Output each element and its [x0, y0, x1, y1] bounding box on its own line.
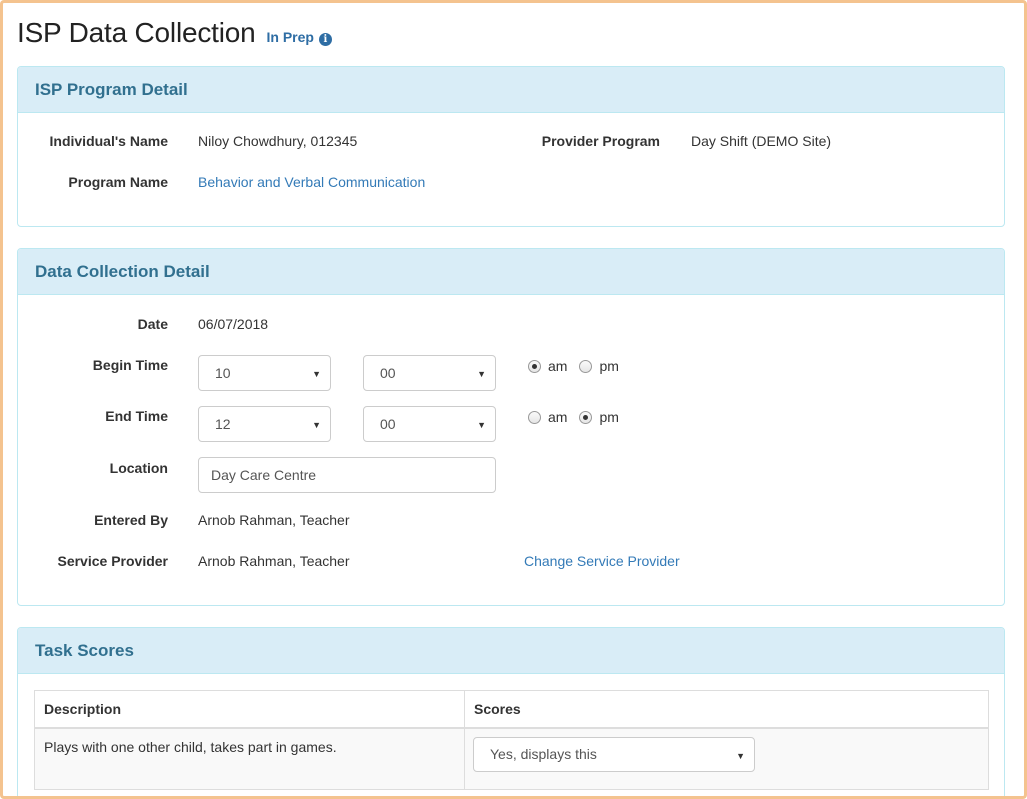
chevron-down-icon: ▼	[736, 750, 745, 761]
end-ampm-group: am pm	[528, 409, 631, 425]
program-name-label: Program Name	[68, 174, 168, 190]
end-minute-select[interactable]: 00 ▼	[363, 406, 496, 442]
program-detail-panel: ISP Program Detail Individual's Name Nil…	[17, 66, 1005, 227]
task-scores-heading: Task Scores	[18, 628, 1004, 674]
end-am-radio[interactable]	[528, 410, 541, 424]
begin-hour-value: 10	[215, 365, 231, 381]
begin-ampm-group: am pm	[528, 358, 631, 374]
program-detail-heading: ISP Program Detail	[18, 67, 1004, 113]
chevron-down-icon: ▼	[477, 420, 486, 430]
collection-detail-panel: Data Collection Detail Date 06/07/2018 B…	[17, 248, 1005, 606]
begin-minute-select[interactable]: 00 ▼	[363, 355, 496, 391]
task-scores-title: Task Scores	[35, 640, 134, 660]
change-service-provider-link[interactable]: Change Service Provider	[524, 553, 680, 569]
task-description-cell: Plays with one other child, takes part i…	[34, 727, 465, 790]
entered-by-value: Arnob Rahman, Teacher	[198, 512, 350, 528]
begin-time-label: Begin Time	[92, 357, 168, 373]
provider-program-value: Day Shift (DEMO Site)	[691, 133, 832, 149]
end-hour-select[interactable]: 12 ▼	[198, 406, 331, 442]
service-provider-label: Service Provider	[57, 553, 168, 569]
individual-name-value: Niloy Chowdhury, 012345	[198, 133, 358, 149]
chevron-down-icon: ▼	[477, 369, 486, 379]
date-value: 06/07/2018	[198, 316, 269, 332]
info-icon[interactable]: i	[318, 33, 332, 46]
column-header-scores: Scores	[464, 690, 989, 729]
location-input[interactable]: Day Care Centre	[198, 457, 496, 493]
column-header-description: Description	[34, 690, 465, 729]
collection-detail-heading: Data Collection Detail	[18, 249, 1004, 295]
end-minute-value: 00	[380, 416, 396, 432]
task-score-cell: Yes, displays this ▼	[464, 727, 989, 790]
date-label: Date	[137, 316, 168, 332]
page-header: ISP Data Collection In Prep i	[17, 17, 332, 49]
chevron-down-icon: ▼	[312, 369, 321, 379]
begin-am-radio[interactable]	[528, 359, 541, 373]
location-value: Day Care Centre	[211, 467, 317, 483]
table-header-row: Description Scores	[34, 690, 989, 729]
begin-pm-radio[interactable]	[579, 359, 593, 373]
end-hour-value: 12	[215, 416, 231, 432]
task-score-select[interactable]: Yes, displays this ▼	[473, 736, 755, 772]
entered-by-label: Entered By	[94, 512, 168, 528]
task-scores-panel: Task Scores Description Scores Plays wit…	[17, 627, 1005, 796]
status-label: In Prep	[266, 29, 314, 45]
service-provider-value: Arnob Rahman, Teacher	[198, 553, 350, 569]
program-name-link[interactable]: Behavior and Verbal Communication	[198, 174, 425, 190]
end-am-label: am	[548, 409, 568, 425]
begin-minute-value: 00	[380, 365, 396, 381]
begin-am-label: am	[548, 358, 568, 374]
table-row: Plays with one other child, takes part i…	[34, 727, 989, 790]
task-scores-table: Description Scores Plays with one other …	[34, 690, 989, 790]
collection-detail-title: Data Collection Detail	[35, 261, 210, 281]
begin-hour-select[interactable]: 10 ▼	[198, 355, 331, 391]
begin-pm-label: pm	[599, 358, 619, 374]
location-label: Location	[109, 460, 168, 476]
end-pm-label: pm	[599, 409, 619, 425]
chevron-down-icon: ▼	[312, 420, 321, 430]
page-title: ISP Data Collection	[17, 17, 256, 48]
individual-name-label: Individual's Name	[49, 133, 168, 149]
window-frame: ISP Data Collection In Prep i ISP Progra…	[0, 0, 1027, 799]
provider-program-label: Provider Program	[541, 133, 660, 149]
end-pm-radio[interactable]	[579, 410, 593, 424]
program-detail-title: ISP Program Detail	[35, 79, 188, 99]
end-time-label: End Time	[105, 408, 168, 424]
task-score-value: Yes, displays this	[490, 746, 597, 762]
